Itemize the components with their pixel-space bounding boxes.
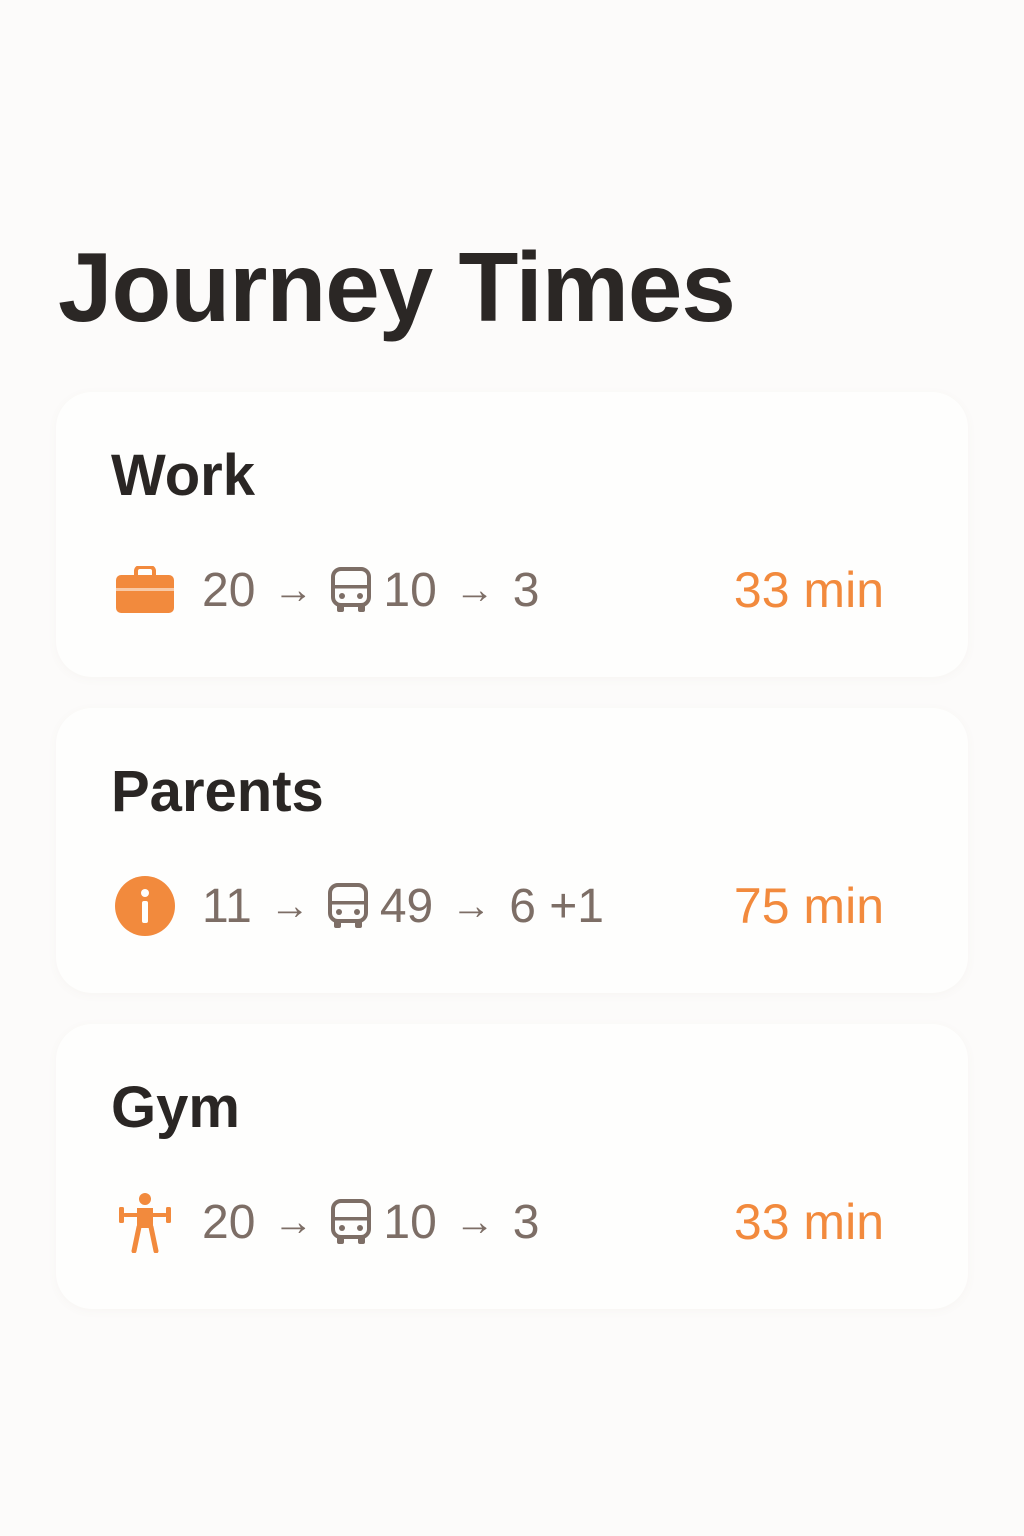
route-summary: 20 → 10 → 3: [114, 560, 539, 620]
walk-to-stop-minutes: 20: [202, 1195, 256, 1249]
bus-ride-minutes: 10: [383, 563, 437, 617]
walk-from-stop-minutes: 3: [512, 563, 540, 617]
journey-title: Work: [111, 443, 255, 508]
page-title: Journey Times: [58, 232, 736, 342]
arrow-right-icon: →: [454, 1199, 495, 1244]
route-summary: 20 → 10 → 3: [114, 1191, 540, 1253]
bus-icon: [331, 1199, 372, 1245]
arrow-right-icon: →: [273, 567, 314, 612]
walk-from-stop-minutes: 6 +1: [509, 879, 604, 933]
journey-card-work[interactable]: Work 20 → 10 → 3 33 min: [56, 392, 968, 677]
walk-to-stop-minutes: 20: [202, 563, 256, 617]
arrow-right-icon: →: [273, 1199, 314, 1244]
arrow-right-icon: →: [269, 883, 310, 928]
journey-title: Gym: [111, 1075, 240, 1140]
total-duration: 75 min: [733, 878, 884, 934]
bus-icon: [331, 567, 372, 613]
briefcase-icon: [114, 559, 176, 621]
route-summary: 11 → 49 → 6 +1: [114, 876, 604, 936]
journey-card-parents[interactable]: Parents 11 → 49 → 6 +1 75 min: [56, 708, 968, 993]
total-duration: 33 min: [733, 1194, 884, 1250]
info-icon: [114, 875, 176, 937]
bus-ride-minutes: 10: [383, 1195, 437, 1249]
walk-to-stop-minutes: 11: [202, 879, 252, 933]
arrow-right-icon: →: [451, 883, 492, 928]
arrow-right-icon: →: [454, 567, 495, 612]
journey-card-gym[interactable]: Gym 20 → 10 → 3 33 min: [56, 1024, 968, 1309]
journey-times-screen: { "title": "Journey Times", "colors": { …: [0, 0, 1024, 1536]
journey-title: Parents: [111, 759, 324, 824]
total-duration: 33 min: [733, 562, 884, 618]
weightlifter-icon: [114, 1191, 176, 1253]
walk-from-stop-minutes: 3: [512, 1195, 540, 1249]
bus-ride-minutes: 49: [379, 879, 434, 933]
bus-icon: [327, 883, 368, 929]
